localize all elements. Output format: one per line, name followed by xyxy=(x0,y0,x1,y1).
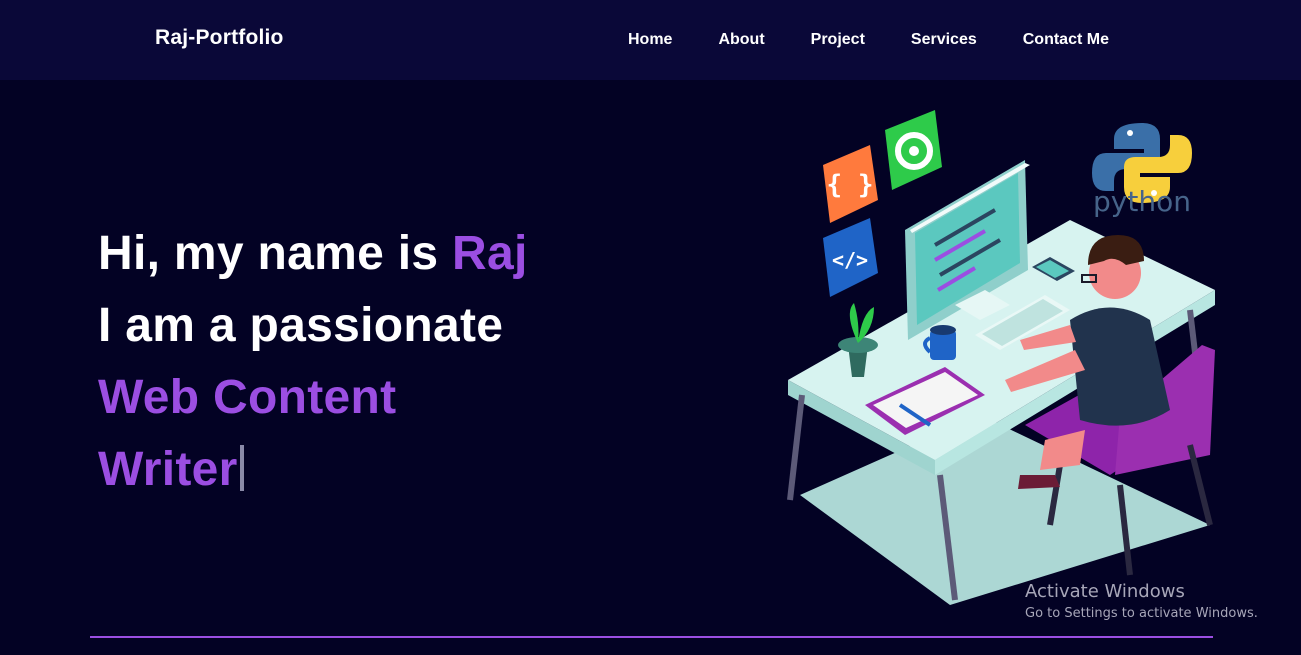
navbar: Raj-Portfolio Home About Project Service… xyxy=(0,0,1301,80)
svg-text:</>: </> xyxy=(832,248,868,272)
hero-greeting: Hi, my name is xyxy=(98,227,452,280)
hero-line-2: I am a passionate xyxy=(98,299,504,352)
nav-link-services[interactable]: Services xyxy=(911,31,977,49)
section-divider xyxy=(90,636,1213,638)
hero-line-4: Writer xyxy=(98,434,528,506)
activate-windows-watermark: Activate Windows Go to Settings to activ… xyxy=(1025,581,1258,621)
python-logo-icon: python xyxy=(1092,123,1192,218)
nav-link-about[interactable]: About xyxy=(718,31,764,49)
hero-role-line-1: Web Content xyxy=(98,371,397,424)
nav-links: Home About Project Services Contact Me xyxy=(628,31,1109,49)
nav-link-home[interactable]: Home xyxy=(628,31,672,49)
nav-link-contact[interactable]: Contact Me xyxy=(1023,31,1109,49)
svg-text:python: python xyxy=(1093,185,1191,218)
hero-text: Hi, my name is Raj I am a passionate Web… xyxy=(98,218,528,506)
html-tag-icon: </> xyxy=(823,218,878,297)
code-braces-icon: { } xyxy=(823,145,878,223)
hero-role-line-2: Writer xyxy=(98,443,238,496)
hero-line-1: Hi, my name is Raj xyxy=(98,218,528,290)
nav-link-project[interactable]: Project xyxy=(811,31,865,49)
hero-name: Raj xyxy=(451,227,528,280)
typing-cursor xyxy=(239,445,244,491)
gear-icon xyxy=(885,110,942,190)
developer-illustration: { } </> python xyxy=(787,110,1215,605)
svg-text:{ }: { } xyxy=(827,170,874,200)
watermark-title: Activate Windows xyxy=(1025,581,1185,602)
watermark-subtitle: Go to Settings to activate Windows. xyxy=(1025,606,1258,621)
brand-logo[interactable]: Raj-Portfolio xyxy=(155,26,284,50)
